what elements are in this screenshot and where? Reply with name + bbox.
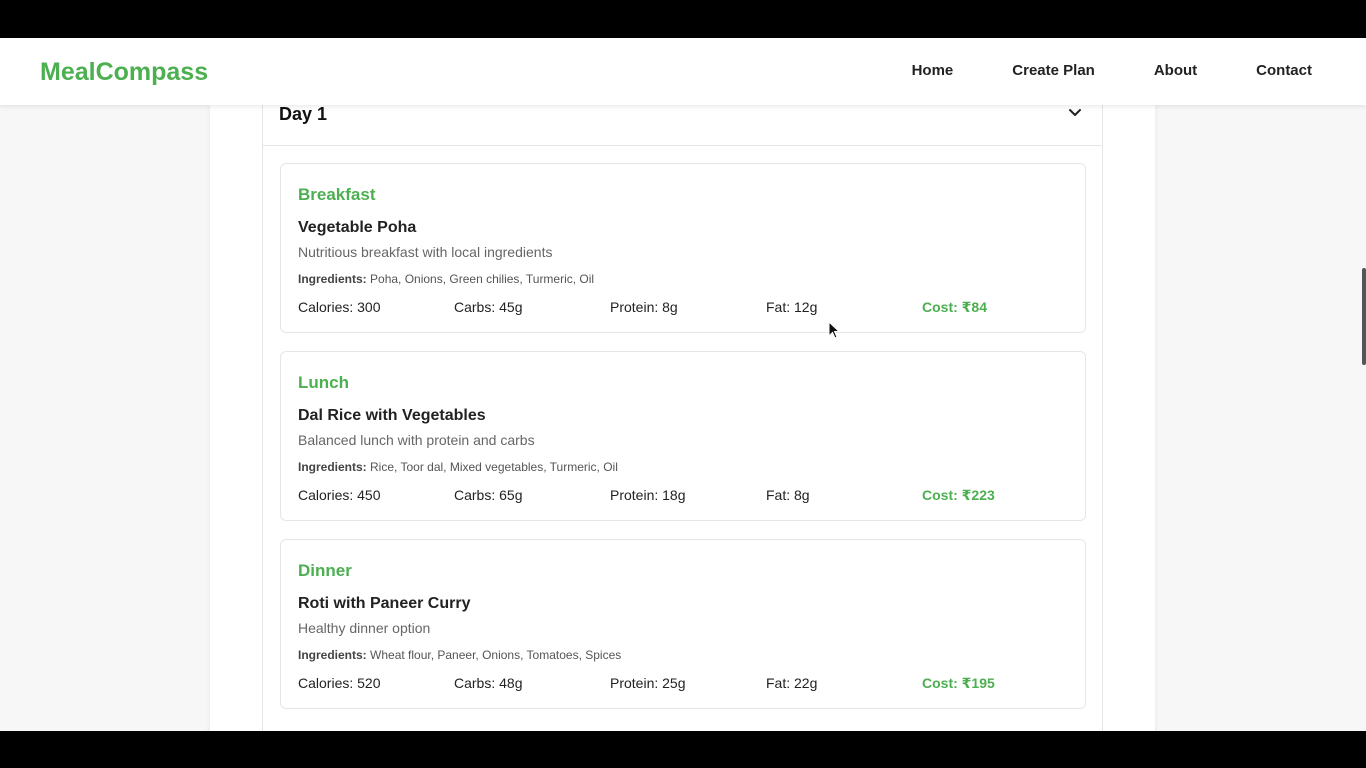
nav-link-create-plan[interactable]: Create Plan	[1012, 62, 1095, 79]
meal-ingredients: Ingredients: Rice, Toor dal, Mixed veget…	[298, 460, 618, 474]
mouse-cursor-icon	[828, 321, 840, 339]
ingredients-label: Ingredients:	[298, 272, 367, 286]
meal-card-dinner: Dinner Roti with Paneer Curry Healthy di…	[280, 539, 1086, 709]
meal-card-breakfast: Breakfast Vegetable Poha Nutritious brea…	[280, 163, 1086, 333]
day-title: Day 1	[279, 104, 328, 124]
meal-card-lunch: Lunch Dal Rice with Vegetables Balanced …	[280, 351, 1086, 521]
cost-stat: Cost: ₹223	[922, 487, 995, 503]
nav-link-about[interactable]: About	[1154, 62, 1197, 79]
nav-link-home[interactable]: Home	[912, 62, 954, 79]
meal-type: Dinner	[298, 561, 352, 580]
calories-stat: Calories: 520	[298, 675, 381, 691]
fat-stat: Fat: 12g	[766, 299, 818, 315]
nav-link-contact[interactable]: Contact	[1256, 62, 1312, 79]
calories-stat: Calories: 450	[298, 487, 381, 503]
meal-plan-card: Day 1 Breakfast Vegetable Poha Nutritiou…	[210, 38, 1155, 731]
ingredients-list: Wheat flour, Paneer, Onions, Tomatoes, S…	[370, 648, 622, 662]
cost-stat: Cost: ₹195	[922, 675, 995, 691]
top-navbar: MealCompass Home Create Plan About Conta…	[0, 38, 1366, 105]
ingredients-label: Ingredients:	[298, 460, 367, 474]
ingredients-list: Poha, Onions, Green chilies, Turmeric, O…	[370, 272, 595, 286]
protein-stat: Protein: 8g	[610, 299, 678, 315]
meal-name: Dal Rice with Vegetables	[298, 407, 486, 424]
cost-stat: Cost: ₹84	[922, 299, 987, 315]
chevron-down-icon[interactable]	[1068, 106, 1082, 120]
meal-stats: Calories: 300 Carbs: 45g Protein: 8g Fat…	[298, 299, 1078, 319]
carbs-stat: Carbs: 45g	[454, 299, 523, 315]
meal-list: Breakfast Vegetable Poha Nutritious brea…	[280, 163, 1086, 727]
meal-stats: Calories: 450 Carbs: 65g Protein: 18g Fa…	[298, 487, 1078, 507]
meal-description: Nutritious breakfast with local ingredie…	[298, 244, 553, 260]
protein-stat: Protein: 25g	[610, 675, 686, 691]
day-panel: Day 1 Breakfast Vegetable Poha Nutritiou…	[262, 38, 1103, 731]
ingredients-list: Rice, Toor dal, Mixed vegetables, Turmer…	[370, 460, 618, 474]
meal-ingredients: Ingredients: Wheat flour, Paneer, Onions…	[298, 648, 621, 662]
brand-logo[interactable]: MealCompass	[40, 58, 208, 87]
meal-stats: Calories: 520 Carbs: 48g Protein: 25g Fa…	[298, 675, 1078, 695]
carbs-stat: Carbs: 48g	[454, 675, 523, 691]
page-scrollbar[interactable]	[1361, 38, 1366, 731]
calories-stat: Calories: 300	[298, 299, 381, 315]
fat-stat: Fat: 8g	[766, 487, 810, 503]
meal-type: Lunch	[298, 373, 349, 392]
meal-type: Breakfast	[298, 185, 376, 204]
scrollbar-thumb[interactable]	[1362, 268, 1366, 365]
meal-name: Roti with Paneer Curry	[298, 595, 471, 612]
protein-stat: Protein: 18g	[610, 487, 686, 503]
carbs-stat: Carbs: 65g	[454, 487, 523, 503]
meal-ingredients: Ingredients: Poha, Onions, Green chilies…	[298, 272, 594, 286]
ingredients-label: Ingredients:	[298, 648, 367, 662]
nav-links: Home Create Plan About Contact	[912, 62, 1312, 79]
app-screen: MealCompass Home Create Plan About Conta…	[0, 38, 1366, 731]
meal-description: Healthy dinner option	[298, 620, 431, 636]
fat-stat: Fat: 22g	[766, 675, 818, 691]
meal-description: Balanced lunch with protein and carbs	[298, 432, 535, 448]
meal-name: Vegetable Poha	[298, 219, 417, 236]
